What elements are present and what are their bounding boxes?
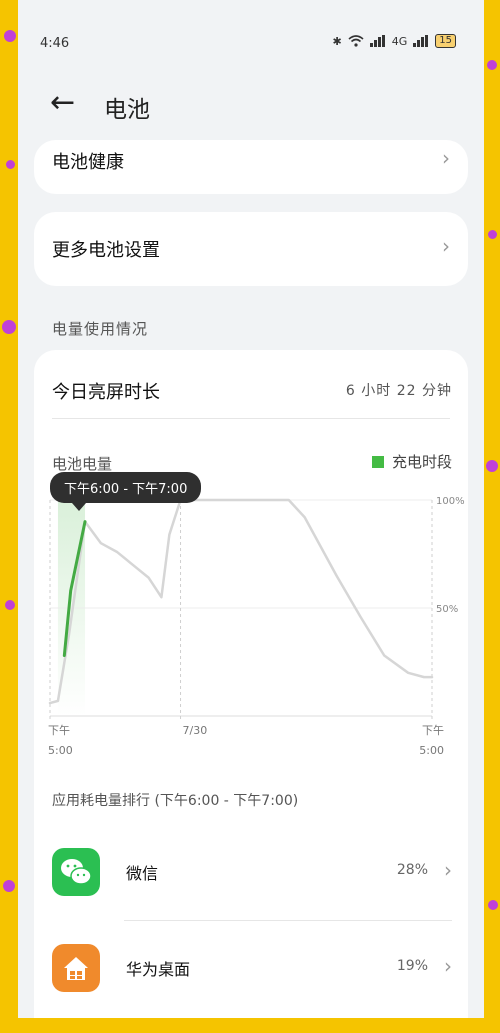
decor-dot bbox=[488, 230, 497, 239]
home-icon bbox=[52, 944, 100, 992]
divider bbox=[52, 418, 450, 419]
decor-dot bbox=[488, 900, 498, 910]
battery-health-label: 电池健康 bbox=[52, 152, 124, 173]
x-tick-label: 下午 bbox=[48, 724, 70, 737]
app-row-huawei-home[interactable]: 华为桌面 19% › bbox=[34, 930, 468, 1010]
status-icons: ✱ 4G 15 bbox=[333, 34, 456, 48]
decor-dot bbox=[6, 160, 15, 169]
chevron-right-icon: › bbox=[442, 146, 450, 170]
x-tick-label: 7/30 bbox=[183, 724, 208, 737]
wifi-icon bbox=[348, 35, 364, 47]
chevron-right-icon: › bbox=[444, 858, 452, 882]
network-type: 4G bbox=[391, 34, 408, 48]
app-percent: 19% bbox=[396, 958, 428, 974]
back-arrow-icon[interactable]: ← bbox=[50, 88, 75, 118]
phone-screen: 4:46 ✱ 4G 15 ← 电池 电池健康 › 更多电池设置 › 电量使用情况… bbox=[18, 0, 484, 1018]
x-tick-label: 5:00 bbox=[48, 744, 73, 757]
page-title: 电池 bbox=[104, 97, 150, 123]
bluetooth-icon: ✱ bbox=[332, 34, 342, 48]
signal-icon-2 bbox=[413, 35, 429, 47]
decor-dot bbox=[4, 30, 16, 42]
battery-level-line bbox=[48, 498, 434, 705]
more-battery-settings-row[interactable]: 更多电池设置 › bbox=[34, 212, 468, 286]
decor-dot bbox=[5, 600, 15, 610]
legend-label: 充电时段 bbox=[391, 453, 452, 471]
screen-time-label: 今日亮屏时长 bbox=[52, 382, 160, 403]
usage-card: 今日亮屏时长 6 小时 22 分钟 电池电量 充电时段 100% 50% 下午 5:0… bbox=[34, 350, 468, 1018]
battery-health-row[interactable]: 电池健康 › bbox=[34, 140, 468, 194]
more-settings-label: 更多电池设置 bbox=[52, 240, 160, 261]
chart-legend: 充电时段 bbox=[371, 451, 452, 472]
chevron-right-icon: › bbox=[444, 954, 452, 978]
app-name: 微信 bbox=[126, 864, 159, 883]
signal-icon bbox=[369, 35, 385, 47]
x-tick-label: 下午 bbox=[422, 724, 444, 737]
x-tick-label: 5:00 bbox=[419, 744, 444, 757]
decor-dot bbox=[2, 320, 16, 334]
app-percent: 28% bbox=[396, 862, 428, 878]
wechat-icon bbox=[52, 848, 100, 896]
chart-tooltip: 下午6:00 - 下午7:00 bbox=[50, 472, 202, 511]
app-name: 华为桌面 bbox=[126, 960, 191, 979]
decor-dot bbox=[487, 60, 497, 70]
battery-chart-title: 电池电量 bbox=[52, 455, 113, 473]
y-tick-label: 100% bbox=[436, 496, 465, 507]
y-tick-label: 50% bbox=[436, 604, 458, 615]
battery-icon: 15 bbox=[435, 34, 456, 48]
chevron-right-icon: › bbox=[442, 234, 450, 258]
decor-dot bbox=[486, 460, 498, 472]
status-bar: 4:46 ✱ 4G 15 bbox=[18, 28, 484, 60]
usage-section-title: 电量使用情况 bbox=[52, 320, 149, 338]
screen-time-value: 6 小时 22 分钟 bbox=[345, 383, 452, 399]
divider bbox=[124, 920, 452, 921]
decor-dot bbox=[3, 880, 15, 892]
status-time: 4:46 bbox=[40, 36, 70, 51]
page-header: ← 电池 bbox=[18, 80, 484, 130]
app-ranking-title: 应用耗电量排行 (下午6:00 - 下午7:00) bbox=[52, 793, 299, 809]
battery-chart[interactable]: 100% 50% 下午 5:00 7/30 下午 5:00 bbox=[34, 488, 468, 768]
legend-swatch bbox=[371, 455, 384, 468]
app-row-wechat[interactable]: 微信 28% › bbox=[34, 834, 468, 914]
